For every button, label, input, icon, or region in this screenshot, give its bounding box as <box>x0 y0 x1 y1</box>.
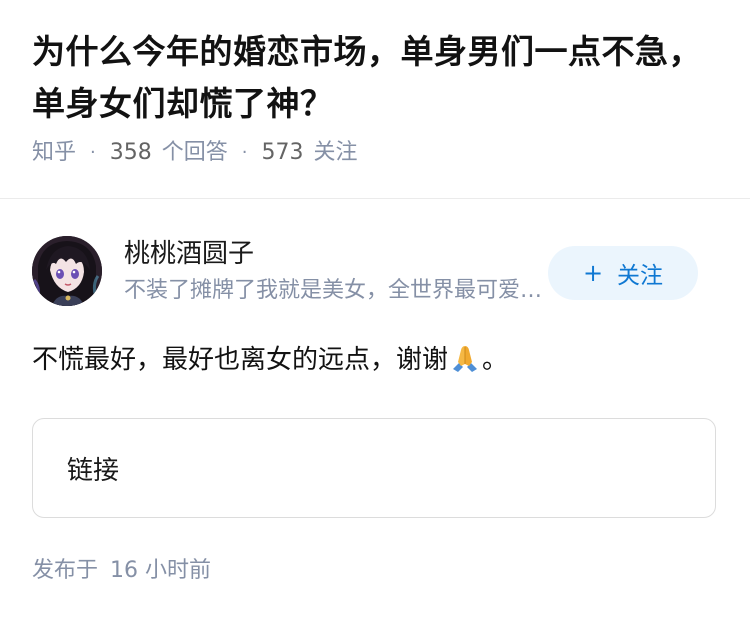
divider <box>0 198 750 199</box>
followers-count: 573 <box>261 140 304 165</box>
question-title[interactable]: 为什么今年的婚恋市场，单身男们一点不急，单身女们却慌了神？ <box>32 26 722 130</box>
answers-count: 358 <box>109 140 152 165</box>
publish-time: 发布于 16 小时前 <box>32 556 211 586</box>
separator-dot: · <box>241 142 248 163</box>
separator-dot: · <box>90 142 96 163</box>
follow-button[interactable]: + 关注 <box>548 246 698 300</box>
anime-avatar-icon <box>32 236 102 306</box>
author-name[interactable]: 桃桃酒圆子 <box>124 236 254 272</box>
author-row: 桃桃酒圆子 不装了摊牌了我就是美女，全世界最可爱的美女 + 关注 <box>32 232 718 312</box>
author-bio: 不装了摊牌了我就是美女，全世界最可爱的美女 <box>124 278 544 303</box>
publish-prefix: 发布于 <box>32 558 99 583</box>
question-header: 为什么今年的婚恋市场，单身男们一点不急，单身女们却慌了神？ 知乎 · 358 个… <box>32 26 722 168</box>
avatar[interactable] <box>32 236 102 306</box>
question-meta: 知乎 · 358 个回答 · 573 关注 <box>32 138 722 168</box>
plus-icon: + <box>582 259 604 287</box>
answer-body: 不慌最好，最好也离女的远点，谢谢 <box>32 345 449 375</box>
link-card-label: 链接 <box>67 455 120 486</box>
publish-value: 16 小时前 <box>110 558 212 583</box>
answer-end: 。 <box>482 345 509 375</box>
follow-button-label: 关注 <box>617 263 664 289</box>
answer-text: 不慌最好，最好也离女的远点，谢谢 。 <box>32 340 722 385</box>
link-card[interactable]: 链接 <box>32 418 716 518</box>
followers-label: 关注 <box>313 140 358 165</box>
source-label[interactable]: 知乎 <box>32 138 76 168</box>
folded-hands-icon <box>450 343 480 385</box>
answers-label: 个回答 <box>161 140 228 165</box>
